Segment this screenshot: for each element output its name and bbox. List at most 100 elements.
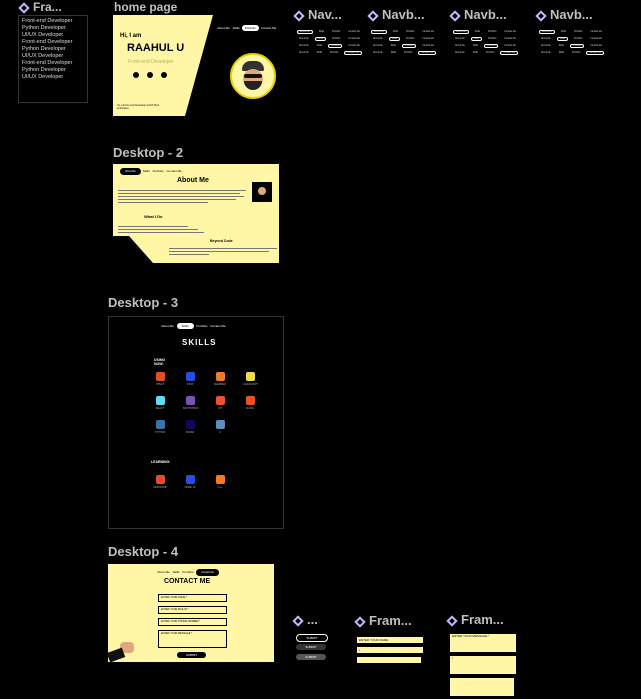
- navbar-item[interactable]: Contact Me: [586, 50, 604, 55]
- navbar-item[interactable]: Portfolio: [401, 43, 417, 48]
- navbar-item[interactable]: Contact Me: [418, 50, 436, 55]
- navbar-item[interactable]: About Me: [453, 38, 467, 40]
- navbar-item[interactable]: Contact Me: [420, 31, 436, 33]
- navbar-item[interactable]: Skills: [471, 45, 480, 47]
- navbar-item[interactable]: Skills: [556, 36, 569, 41]
- navbar-item[interactable]: Skills: [315, 52, 324, 54]
- navbar-item[interactable]: Portfolio: [327, 43, 343, 48]
- message-input-default[interactable]: ENTER YOUR MESSAGE *: [449, 633, 517, 653]
- nav-about[interactable]: About Me: [120, 168, 141, 175]
- navbar-item[interactable]: Portfolio: [572, 38, 584, 40]
- navbar-item[interactable]: About Me: [453, 52, 467, 54]
- nav-portfolio[interactable]: Portfolio: [241, 25, 259, 31]
- navbar-item[interactable]: About Me: [371, 52, 385, 54]
- navbar-item[interactable]: Contact Me: [588, 31, 604, 33]
- linkedin-icon[interactable]: [147, 72, 153, 78]
- navbar-item[interactable]: Portfolio: [402, 52, 414, 54]
- nav-portfolio[interactable]: Portfolio: [182, 570, 193, 574]
- skill-label: HTML5: [155, 383, 165, 386]
- nav-contact[interactable]: Contact Me: [196, 569, 220, 576]
- navbar-item[interactable]: About Me: [539, 45, 553, 47]
- navbar-item[interactable]: Skills: [470, 36, 483, 41]
- navbar-item[interactable]: Contact Me: [500, 50, 518, 55]
- nav-about[interactable]: About Me: [161, 324, 174, 328]
- submit-button-default[interactable]: SUBMIT: [296, 634, 328, 642]
- message-input-focused[interactable]: |: [449, 655, 517, 675]
- navbar-item[interactable]: Contact Me: [588, 45, 604, 47]
- submit-button-hover[interactable]: SUBMIT: [296, 644, 326, 650]
- navbar-item[interactable]: Skills: [557, 52, 566, 54]
- navbar-item[interactable]: About Me: [371, 29, 387, 34]
- navbar-item[interactable]: About Me: [371, 45, 385, 47]
- nav-skills[interactable]: Skills: [143, 169, 150, 173]
- nav-contact[interactable]: Contact Me: [261, 26, 276, 30]
- navbar-item[interactable]: Contact Me: [588, 38, 604, 40]
- submit-button[interactable]: SUBMIT: [177, 652, 206, 658]
- nav-contact[interactable]: Contact Me: [210, 324, 225, 328]
- desktop-3-label: Desktop - 3: [108, 295, 179, 310]
- navbar-item[interactable]: Skills: [388, 36, 401, 41]
- navbar-item[interactable]: Contact Me: [420, 38, 436, 40]
- name-input-empty[interactable]: [356, 656, 422, 664]
- navbar-item[interactable]: Portfolio: [484, 52, 496, 54]
- navbar-item[interactable]: Portfolio: [486, 38, 498, 40]
- navbar-item[interactable]: Skills: [315, 45, 324, 47]
- mail-icon[interactable]: [161, 72, 167, 78]
- navbar-item[interactable]: Contact Me: [502, 38, 518, 40]
- navbar-item[interactable]: Portfolio: [330, 38, 342, 40]
- navbar-item[interactable]: Contact Me: [346, 38, 362, 40]
- navbar-item[interactable]: Contact Me: [344, 50, 362, 55]
- navbar-item[interactable]: About Me: [539, 38, 553, 40]
- navbar-item[interactable]: Portfolio: [570, 52, 582, 54]
- nav-skills[interactable]: Skills: [173, 570, 180, 574]
- nav-about[interactable]: About Me: [217, 26, 230, 30]
- navbar-item[interactable]: Skills: [314, 36, 327, 41]
- navbar-item[interactable]: About Me: [453, 29, 469, 34]
- phone-input[interactable]: ENTER YOUR PHONE NUMBER *: [158, 618, 227, 626]
- navbar-item[interactable]: Portfolio: [404, 31, 416, 33]
- navbar-item[interactable]: Portfolio: [328, 52, 340, 54]
- navbar-item[interactable]: About Me: [297, 45, 311, 47]
- navbar-item[interactable]: Skills: [389, 45, 398, 47]
- github-icon[interactable]: [133, 72, 139, 78]
- navbar-item[interactable]: Portfolio: [404, 38, 416, 40]
- navbar-item[interactable]: Portfolio: [569, 43, 585, 48]
- navbar-item[interactable]: About Me: [539, 52, 553, 54]
- navbar-item[interactable]: Skills: [557, 45, 566, 47]
- navbar-item[interactable]: Skills: [389, 52, 398, 54]
- nav-contact[interactable]: Contact Me: [166, 169, 181, 173]
- navbar-item[interactable]: Contact Me: [346, 31, 362, 33]
- nav-skills[interactable]: Skills: [176, 323, 194, 329]
- navbar-item[interactable]: Portfolio: [330, 31, 342, 33]
- nav-portfolio[interactable]: Portfolio: [196, 324, 207, 328]
- navbar-item[interactable]: Skills: [559, 31, 568, 33]
- nav-skills[interactable]: Skills: [233, 26, 240, 30]
- nav-about[interactable]: About Me: [157, 570, 170, 574]
- navbar-item[interactable]: Contact Me: [502, 31, 518, 33]
- navbar-item[interactable]: Portfolio: [483, 43, 499, 48]
- navbar-item[interactable]: About Me: [539, 29, 555, 34]
- navbar-item[interactable]: Portfolio: [572, 31, 584, 33]
- navbar-item[interactable]: Skills: [391, 31, 400, 33]
- navbar-item[interactable]: Contact Me: [346, 45, 362, 47]
- navbar-item[interactable]: Contact Me: [502, 45, 518, 47]
- submit-button-pressed[interactable]: SUBMIT: [296, 654, 326, 660]
- name-input-focused[interactable]: |: [356, 646, 424, 654]
- navbar-item[interactable]: About Me: [371, 38, 385, 40]
- name-input-default[interactable]: ENTER YOUR NAME: [356, 636, 424, 644]
- navbar-item[interactable]: Skills: [317, 31, 326, 33]
- navbar-item[interactable]: Skills: [471, 52, 480, 54]
- name-input[interactable]: ENTER YOUR NAME *: [158, 594, 227, 602]
- frame-icon: [292, 614, 304, 627]
- navbar-item[interactable]: Skills: [473, 31, 482, 33]
- navbar-item[interactable]: About Me: [297, 29, 313, 34]
- navbar-item[interactable]: About Me: [297, 38, 311, 40]
- message-input[interactable]: ENTER YOUR MESSAGE *: [158, 630, 227, 648]
- navbar-item[interactable]: Contact Me: [420, 45, 436, 47]
- message-input-empty[interactable]: [449, 677, 515, 697]
- nav-portfolio[interactable]: Portfolio: [153, 169, 164, 173]
- navbar-item[interactable]: About Me: [297, 52, 311, 54]
- navbar-item[interactable]: Portfolio: [486, 31, 498, 33]
- email-input[interactable]: ENTER YOUR MAIL ID *: [158, 606, 227, 614]
- navbar-item[interactable]: About Me: [453, 45, 467, 47]
